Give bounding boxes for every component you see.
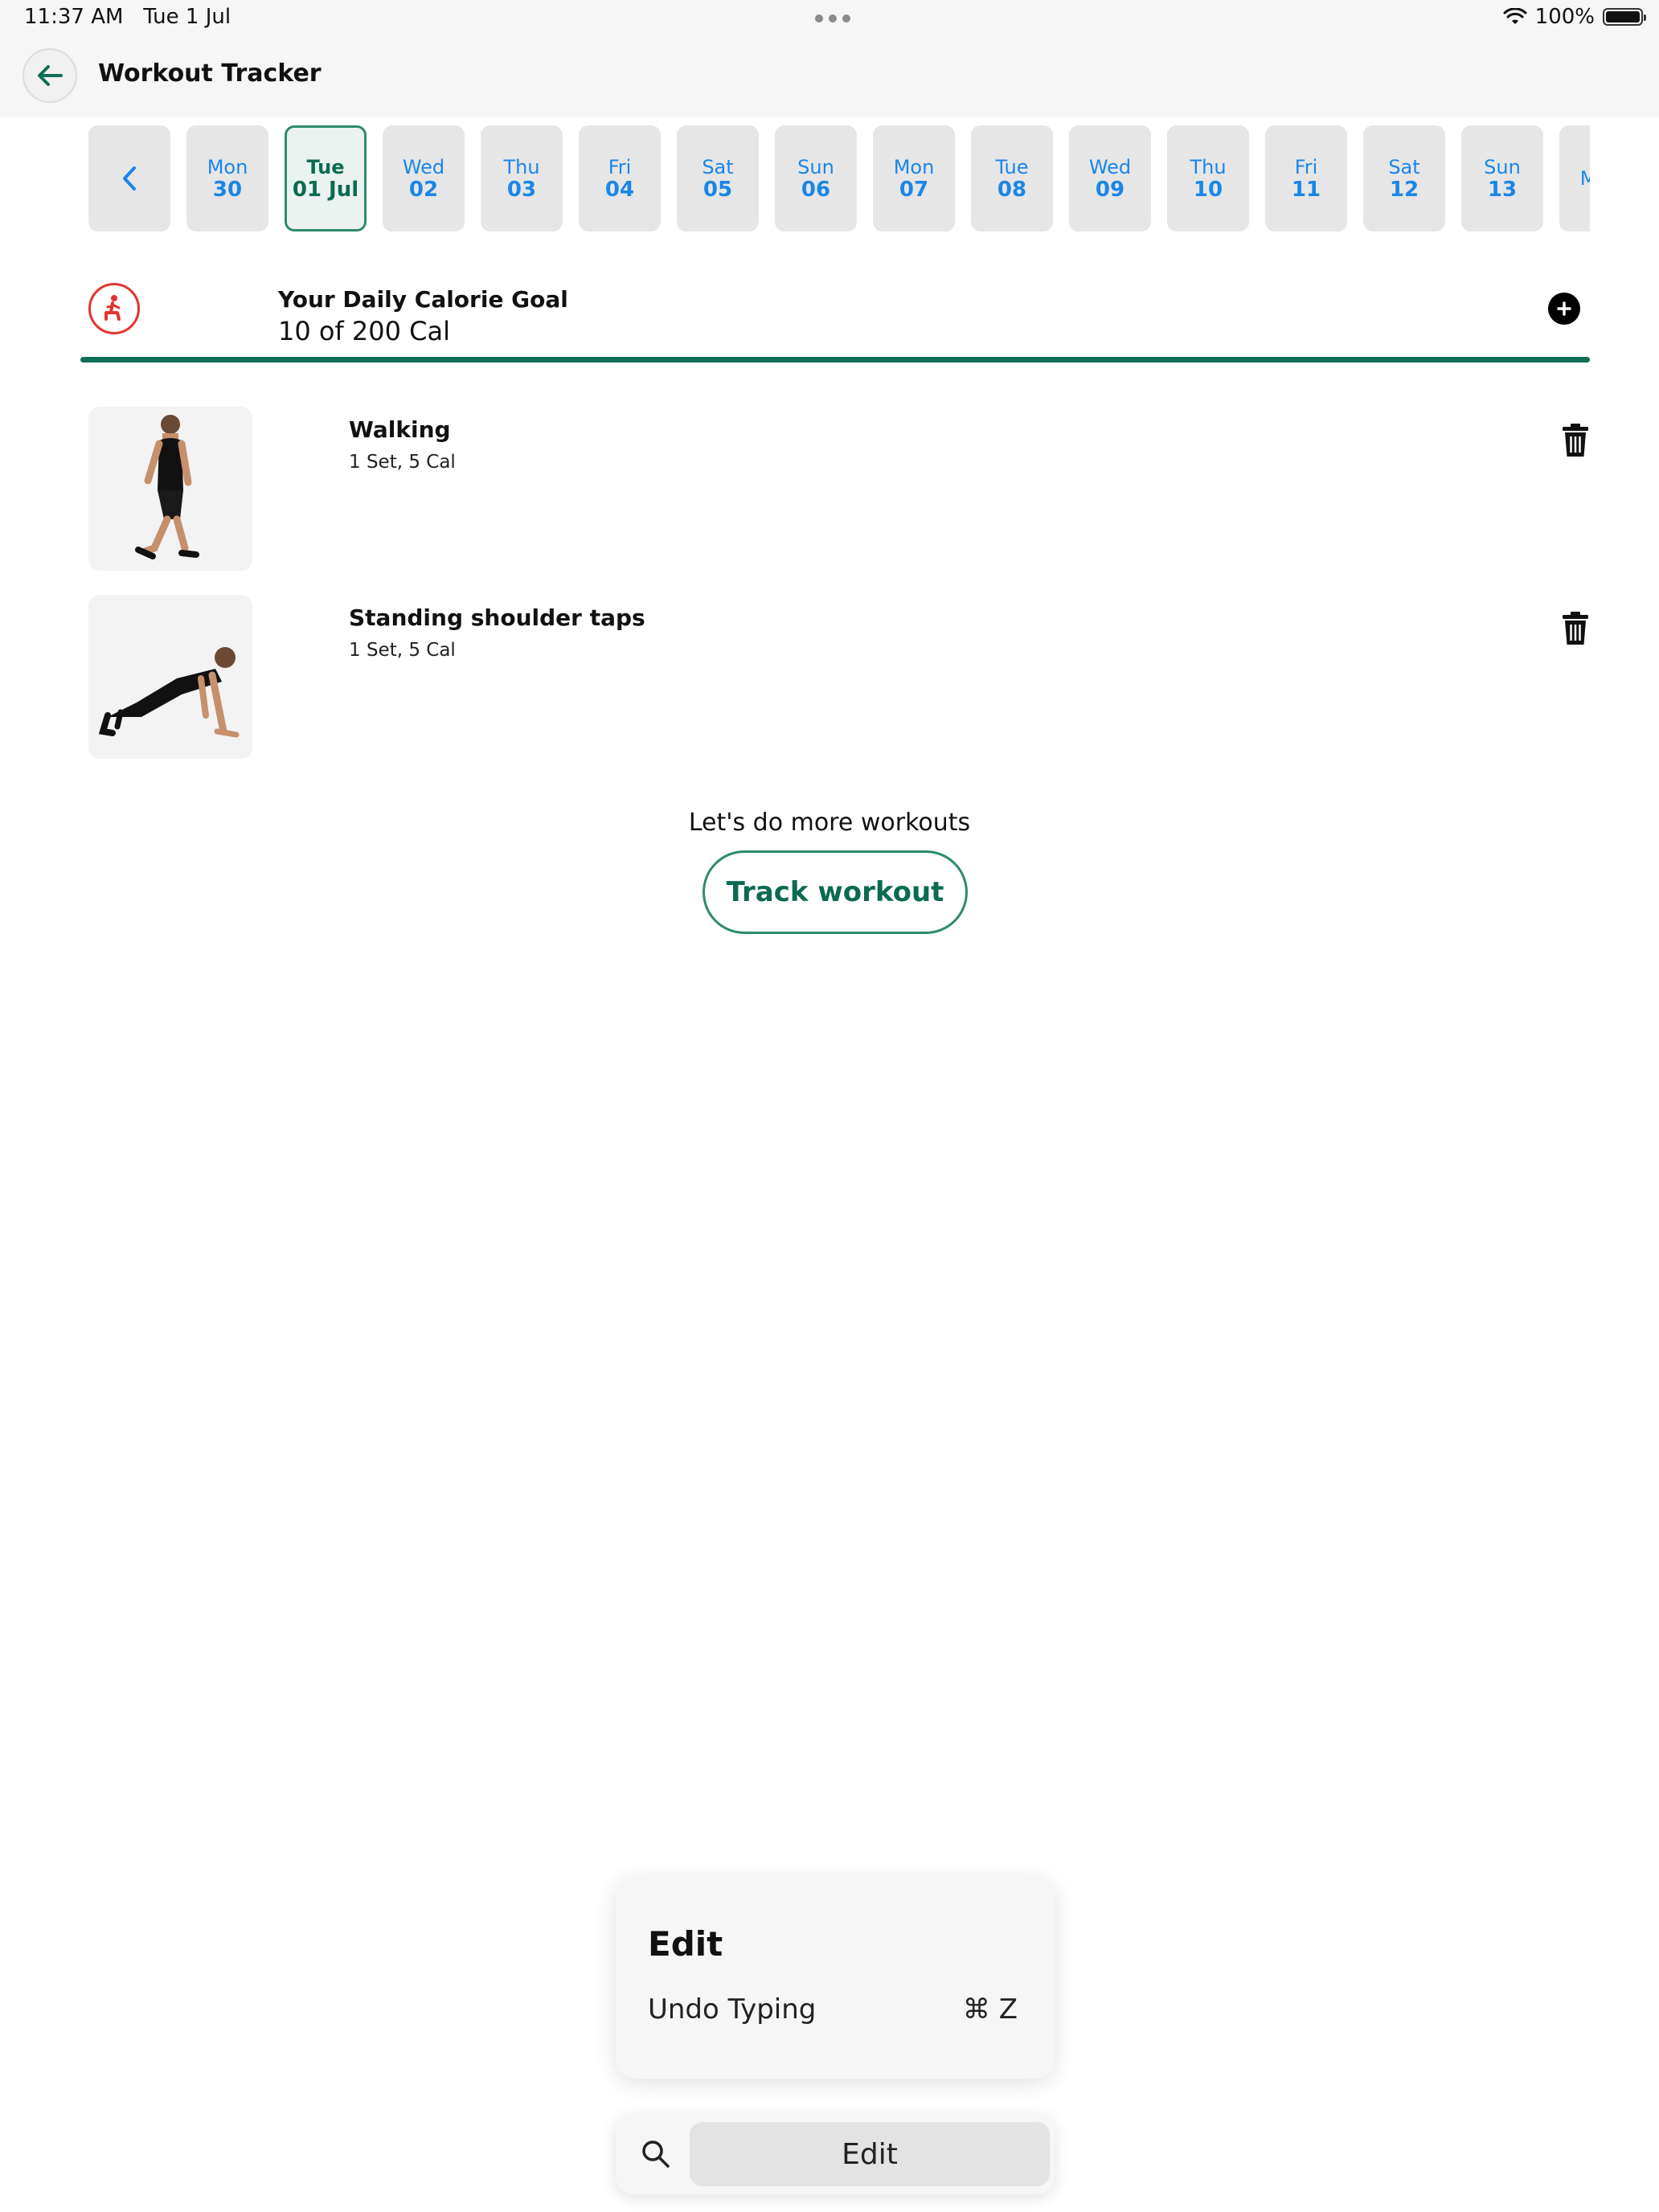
list-item[interactable]: Walking 1 Set, 5 Cal <box>88 407 1590 571</box>
track-workout-button[interactable]: Track workout <box>703 850 968 934</box>
calorie-progress-bar <box>80 357 1590 363</box>
page-title: Workout Tracker <box>98 59 322 88</box>
date-chip-day: Fri <box>1294 156 1318 178</box>
date-chip-day: Wed <box>402 156 445 178</box>
date-chip-number: 08 <box>997 178 1027 202</box>
date-chip-day: Sat <box>1388 156 1420 178</box>
chevron-left-icon <box>123 166 136 190</box>
date-chip[interactable]: Thu 10 <box>1167 125 1249 231</box>
date-chip[interactable]: Wed 02 <box>383 125 465 231</box>
date-chip[interactable]: Tue 01 Jul <box>285 125 367 231</box>
arrow-left-icon <box>38 65 63 86</box>
search-icon[interactable] <box>640 2138 672 2170</box>
date-chip[interactable]: Mon 07 <box>873 125 955 231</box>
date-chip-day: Sat <box>702 156 734 178</box>
workout-meta: 1 Set, 5 Cal <box>349 452 456 473</box>
shoulder-taps-image <box>88 595 252 759</box>
date-chip-number: 04 <box>604 178 635 202</box>
edit-menu: Edit Undo Typing ⌘ Z <box>616 1876 1055 2079</box>
date-chip-day: Wed <box>1088 156 1132 178</box>
date-chip-day: Mon <box>1579 167 1590 190</box>
date-chip[interactable]: Mon <box>1559 125 1590 231</box>
date-chip-day: Sun <box>1484 156 1521 178</box>
date-chip-number: 07 <box>899 178 929 202</box>
wifi-icon <box>1503 8 1527 24</box>
date-chip[interactable]: Sat 05 <box>677 125 759 231</box>
trash-icon[interactable] <box>1561 423 1590 458</box>
date-chip-number: 06 <box>801 178 831 202</box>
multitasking-dots-icon[interactable] <box>815 14 850 23</box>
date-chip-number: 10 <box>1193 178 1223 202</box>
status-time: 11:37 AM Tue 1 Jul <box>24 5 231 29</box>
date-chip-number: 30 <box>212 178 243 202</box>
list-item[interactable]: Standing shoulder taps 1 Set, 5 Cal <box>88 595 1590 759</box>
battery-icon <box>1603 8 1646 26</box>
date-chip-number: 03 <box>506 178 537 202</box>
calorie-goal-value: 10 of 200 Cal <box>278 316 450 346</box>
date-chip-number: 11 <box>1291 178 1321 202</box>
date-chip[interactable]: Sun 06 <box>775 125 857 231</box>
top-bar: 11:37 AM Tue 1 Jul 100% Workout Tracker <box>0 0 1659 117</box>
date-chip-number: 12 <box>1389 178 1419 202</box>
date-chip[interactable]: Fri 11 <box>1265 125 1347 231</box>
date-chip-number: 01 Jul <box>292 178 359 202</box>
edit-menu-title: Edit <box>648 1924 723 1964</box>
date-chip-day: Mon <box>207 156 248 178</box>
date-chip-day: Mon <box>893 156 935 178</box>
calorie-progress-fill <box>80 357 1590 363</box>
walking-image <box>88 407 252 571</box>
date-chip-day: Sun <box>797 156 834 178</box>
date-chip[interactable]: Fri 04 <box>579 125 661 231</box>
workout-name: Standing shoulder taps <box>349 604 645 631</box>
battery-percent: 100% <box>1534 5 1595 29</box>
add-calorie-goal-button[interactable] <box>1548 293 1580 325</box>
undo-typing-menu-item[interactable]: Undo Typing <box>648 1993 816 2026</box>
date-chip[interactable]: Wed 09 <box>1069 125 1151 231</box>
undo-shortcut: ⌘ Z <box>962 1993 1018 2026</box>
date-chip[interactable]: Mon 30 <box>186 125 268 231</box>
trash-icon[interactable] <box>1561 611 1590 646</box>
date-chip-day: Tue <box>306 156 345 178</box>
edit-menu-button[interactable]: Edit <box>690 2122 1050 2186</box>
cta-text: Let's do more workouts <box>688 809 971 837</box>
date-chip-number: 09 <box>1095 178 1125 202</box>
date-chip-number: 13 <box>1487 178 1518 202</box>
date-chip-number: 05 <box>703 178 733 202</box>
date-chip-day: Fri <box>608 156 632 178</box>
exercise-icon <box>88 283 140 334</box>
date-chip[interactable]: Thu 03 <box>481 125 563 231</box>
date-chip[interactable]: Tue 08 <box>971 125 1053 231</box>
date-chip-day: Thu <box>1190 156 1227 178</box>
menu-search-bar: Edit <box>616 2114 1055 2194</box>
date-chip-day: Tue <box>995 156 1029 178</box>
workout-meta: 1 Set, 5 Cal <box>349 640 456 661</box>
previous-dates-button[interactable] <box>88 125 170 231</box>
back-button[interactable] <box>23 48 77 103</box>
calorie-goal-title: Your Daily Calorie Goal <box>278 286 568 313</box>
date-strip: Mon 30 Tue 01 Jul Wed 02 Thu 03 Fri 04 Sat 05 Sun 06 M… <box>88 125 1590 233</box>
plus-icon <box>1557 301 1571 316</box>
date-chip-number: 02 <box>408 178 439 202</box>
workout-name: Walking <box>349 416 451 443</box>
date-chip-day: Thu <box>503 156 540 178</box>
date-chip[interactable]: Sun 13 <box>1461 125 1543 231</box>
date-chip[interactable]: Sat 12 <box>1363 125 1445 231</box>
status-indicators: 100% <box>1503 5 1646 29</box>
